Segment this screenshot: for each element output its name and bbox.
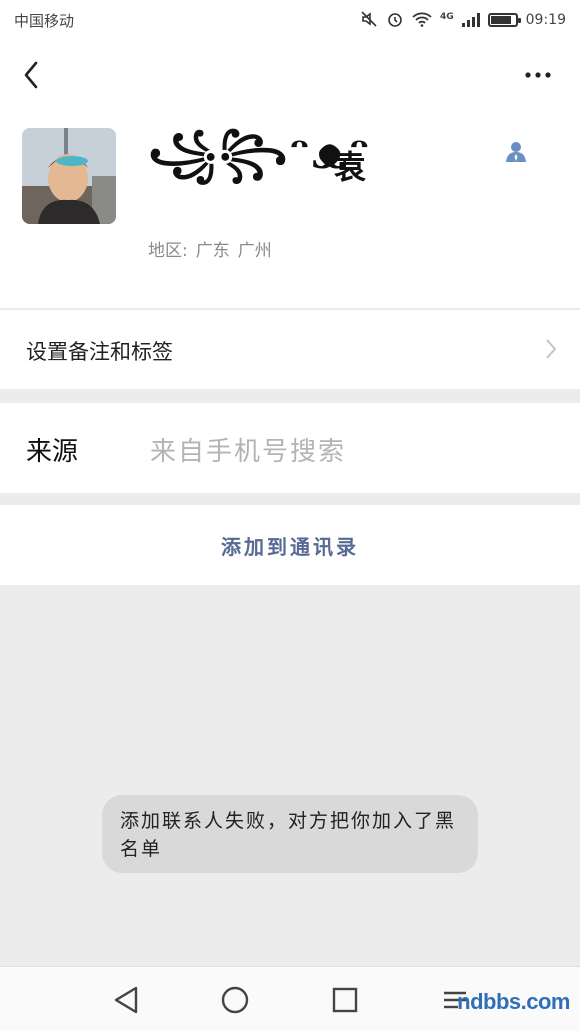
mute-icon: [360, 10, 378, 31]
circle-home-icon: [221, 986, 249, 1014]
wifi-icon: [412, 11, 432, 30]
nickname-surname: 袁: [334, 148, 367, 186]
source-row: 来源 来自手机号搜索: [0, 403, 580, 493]
nav-recent-button[interactable]: [331, 986, 359, 1014]
source-label: 来源: [26, 437, 79, 467]
alarm-icon: [386, 10, 404, 31]
more-options-button[interactable]: [516, 60, 560, 90]
set-remark-row[interactable]: 设置备注和标签: [0, 309, 580, 389]
square-recent-icon: [332, 987, 358, 1013]
site-watermark: ndbbs.com: [457, 989, 570, 1014]
status-bar: 中国移动 4G 09:19: [0, 0, 580, 40]
region: 地区: 广东 广州: [148, 236, 272, 261]
source-value: 来自手机号搜索: [150, 437, 347, 467]
add-to-contacts-button[interactable]: 添加到通讯录: [0, 505, 580, 585]
status-icons: 4G 09:19: [360, 10, 566, 31]
profile-card: ꧁꧂ᵔᴥᵔ 袁 地区: 广东 广州: [0, 110, 580, 308]
avatar[interactable]: [22, 128, 116, 224]
nav-back-button[interactable]: [112, 985, 140, 1015]
battery-icon: [487, 13, 521, 27]
signal-icon: [461, 13, 480, 27]
top-navbar: [0, 40, 580, 110]
nav-home-button[interactable]: [220, 985, 250, 1015]
chevron-right-icon: [546, 339, 557, 359]
avatar-photo: [22, 128, 116, 224]
back-arrow-icon: [24, 61, 38, 89]
network-type: 4G: [439, 11, 454, 22]
region-province: 广东: [195, 241, 230, 261]
carrier-name: 中国移动: [14, 11, 75, 30]
clock: 09:19: [525, 12, 566, 28]
back-button[interactable]: [14, 56, 48, 94]
set-remark-label: 设置备注和标签: [26, 340, 173, 364]
nickname: ꧁꧂ᵔᴥᵔ 袁: [148, 132, 408, 228]
add-contact-row: 添加到通讯录: [0, 505, 580, 585]
error-toast: 添加联系人失败，对方把你加入了黑名单: [102, 795, 478, 873]
region-label: 地区:: [148, 241, 188, 261]
more-dots-icon: [525, 72, 551, 78]
system-nav-bar: ndbbs.com: [0, 966, 580, 1031]
triangle-back-icon: [114, 986, 138, 1014]
region-city: 广州: [237, 241, 272, 261]
contact-person-icon: [505, 140, 527, 162]
